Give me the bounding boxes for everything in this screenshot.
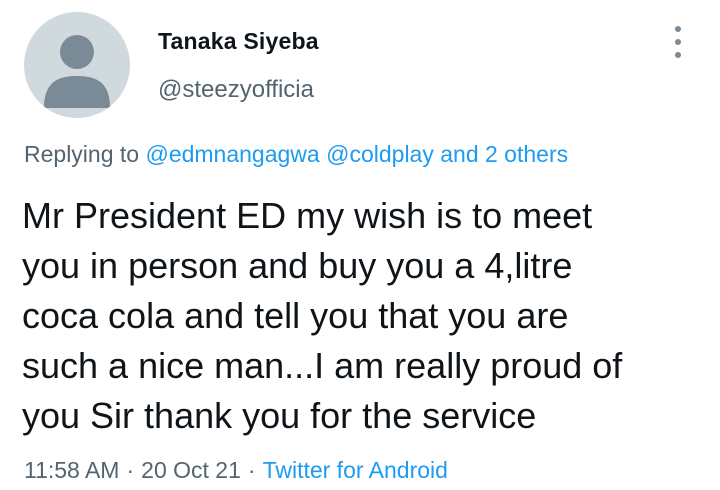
replying-to-line: Replying to @edmnangagwa @coldplay and 2…: [24, 141, 568, 168]
tweet-text-line: Mr President ED my wish is to meet: [22, 195, 593, 236]
more-dot: [675, 52, 681, 58]
tweet-source-link[interactable]: Twitter for Android: [263, 457, 448, 483]
replying-to-label: Replying to: [24, 141, 140, 167]
default-avatar-icon[interactable]: [24, 12, 130, 118]
tweet-card: Tanaka Siyeba @steezyofficia Replying to…: [0, 0, 720, 490]
tweet-text-line: such a nice man...I am really proud of: [22, 345, 623, 386]
replying-and-label[interactable]: and: [440, 141, 478, 167]
tweet-metadata: 11:58 AM · 20 Oct 21 · Twitter for Android: [24, 457, 448, 484]
tweet-text-line: coca cola and tell you that you are: [22, 295, 569, 336]
avatar-silhouette: [44, 35, 110, 108]
tweet-time[interactable]: 11:58 AM: [24, 457, 119, 483]
tweet-date[interactable]: 20 Oct 21: [141, 457, 241, 483]
tweet-text-line: you Sir thank you for the service: [22, 395, 537, 436]
tweet-text-line: you in person and buy you a 4,litre: [22, 245, 573, 286]
mention-link[interactable]: @edmnangagwa: [145, 141, 319, 167]
others-link[interactable]: 2 others: [485, 141, 568, 167]
more-dot: [675, 39, 681, 45]
author-display-name[interactable]: Tanaka Siyeba: [158, 28, 319, 55]
more-vertical-icon[interactable]: [664, 20, 692, 64]
more-dot: [675, 26, 681, 32]
mention-link[interactable]: @coldplay: [326, 141, 434, 167]
tweet-body: Mr President ED my wish is to meet you i…: [22, 191, 712, 441]
meta-separator: ·: [126, 457, 135, 483]
meta-separator: ·: [247, 457, 256, 483]
author-handle[interactable]: @steezyofficia: [158, 76, 314, 104]
